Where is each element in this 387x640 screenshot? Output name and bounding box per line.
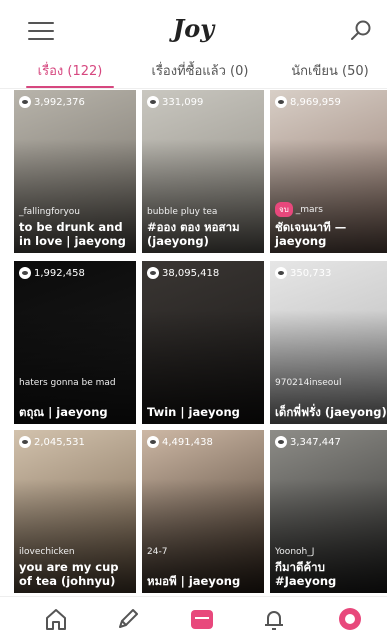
views-icon [275,96,287,108]
story-title: Twin | jaeyong [147,405,240,419]
story-card[interactable]: 331,099 bubble pluy tea #ออง ตอง หอสาม (ja… [142,90,264,253]
story-author: 24-7 [147,547,167,557]
tab-stories[interactable]: เรื่อง (122) [26,60,114,88]
home-icon[interactable] [42,605,70,633]
views-icon [19,267,31,279]
views-icon [275,267,287,279]
view-count: 331,099 [147,96,203,108]
view-count-text: 3,347,447 [290,436,341,448]
story-card[interactable]: 8,969,959 จบ _mars ชัดเจนนาที — jaeyong [270,90,387,253]
view-count: 38,095,418 [147,267,219,279]
story-card[interactable]: 3,992,376 _fallingforyouto be drunk and i… [14,90,136,253]
view-count-text: 8,969,959 [290,96,341,108]
views-icon [19,436,31,448]
view-count-text: 3,992,376 [34,96,85,108]
view-count: 1,992,458 [19,267,85,279]
story-title: เด็กพี่ฟรั่ง (jaeyong) [275,405,387,419]
pencil-icon[interactable] [114,605,142,633]
story-author-text: 970214inseoul [275,378,342,388]
story-title: you are my cup of tea (johnyu) [19,560,119,588]
story-author: _fallingforyou [19,207,80,217]
view-count: 4,491,438 [147,436,213,448]
view-count-text: 4,491,438 [162,436,213,448]
tab-bar: เรื่อง (122) เรื่องที่ซื้อแล้ว (0) นักเข… [0,60,387,88]
story-card[interactable]: 2,045,531 ilovechicken you are my cup of t… [14,430,136,593]
views-icon [147,267,159,279]
views-icon [147,96,159,108]
view-count: 350,733 [275,267,331,279]
search-icon[interactable] [349,18,373,42]
tab-writers[interactable]: นักเขียน (50) [284,60,376,86]
story-author-text: bubble pluy tea [147,207,218,217]
story-title: หมอพี | jaeyong [147,574,241,588]
views-icon [275,436,287,448]
story-card[interactable]: 3,347,447 Yoonoh_J กีมาดีค้าบ #Jaeyong [270,430,387,593]
story-author-text: Yoonoh_J [275,547,315,557]
story-author-text: ilovechicken [19,547,75,557]
story-card[interactable]: 1,992,458 haters gonna be mad ตถุณ | jaeyo… [14,261,136,424]
story-author: ilovechicken [19,547,75,557]
story-title: ชัดเจนนาที — jaeyong [275,220,347,248]
view-count-text: 2,045,531 [34,436,85,448]
view-count-text: 1,992,458 [34,267,85,279]
story-title: #ออง ตอง หอสาม (jaeyong) [147,220,240,248]
tab-purchased[interactable]: เรื่องที่ซื้อแล้ว (0) [142,60,258,86]
story-title: กีมาดีค้าบ #Jaeyong [275,560,337,588]
view-count-text: 331,099 [162,96,204,108]
view-count: 8,969,959 [275,96,341,108]
story-title: to be drunk and in love | jaeyong [19,220,126,248]
story-author: 970214inseoul [275,378,342,388]
story-author-text: _fallingforyou [19,207,81,217]
bell-icon[interactable] [260,605,288,633]
bookshelf-icon[interactable] [188,605,216,633]
view-count: 2,045,531 [19,436,85,448]
story-card[interactable]: 350,733 970214inseoul เด็กพี่ฟรั่ง (jaeyon… [270,261,387,424]
story-card[interactable]: 38,095,418 Twin | jaeyong [142,261,264,424]
view-count: 3,347,447 [275,436,341,448]
story-author-text: _mars [295,205,323,215]
views-icon [147,436,159,448]
story-author: จบ _mars [275,202,323,217]
bottom-nav [0,596,387,640]
story-author-text: 24-7 [147,547,168,557]
view-count: 3,992,376 [19,96,85,108]
story-card[interactable]: 4,491,438 24-7 หมอพี | jaeyong [142,430,264,593]
story-grid: 3,992,376 _fallingforyouto be drunk and i… [14,88,387,596]
story-author: bubble pluy tea [147,207,217,217]
profile-avatar-icon[interactable] [336,605,364,633]
story-title: ตถุณ | jaeyong [19,405,108,419]
status-badge: จบ [275,202,293,217]
app-logo: Joy [172,14,215,43]
views-icon [19,96,31,108]
top-bar: Joy [0,0,387,56]
view-count-text: 350,733 [290,267,332,279]
story-author: Yoonoh_J [275,547,314,557]
story-author-text: haters gonna be mad [19,378,116,388]
view-count-text: 38,095,418 [162,267,220,279]
story-author: haters gonna be mad [19,378,116,388]
